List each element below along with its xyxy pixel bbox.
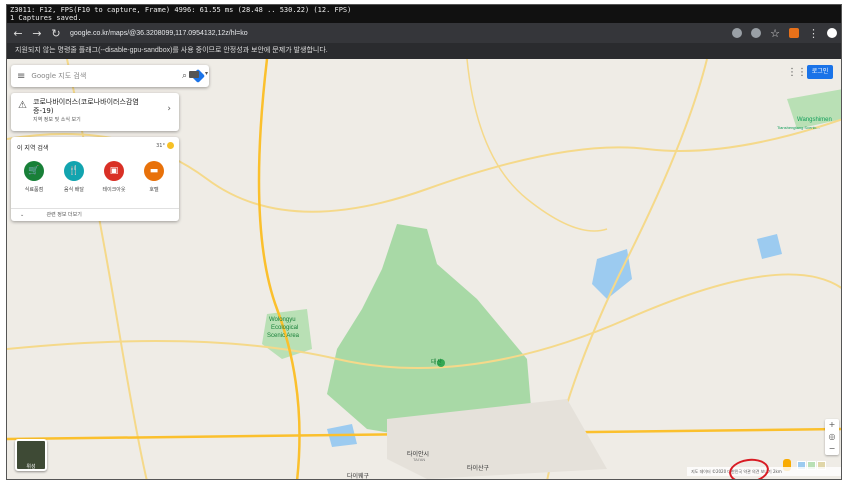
car-mode-icon[interactable] bbox=[189, 71, 199, 78]
category-label: 호텔 bbox=[149, 187, 159, 193]
chevron-down-icon[interactable]: ▾ bbox=[205, 70, 208, 77]
satellite-toggle[interactable]: 위성 bbox=[15, 439, 47, 471]
warning-icon: ⚠ bbox=[18, 100, 27, 111]
map-label-taian-en: TAI'AN bbox=[413, 457, 426, 462]
hamburger-menu-icon[interactable]: ≡ bbox=[17, 71, 25, 82]
map-canvas[interactable]: Wangshimen Tianshengtang Scenic... Wolon… bbox=[7, 59, 841, 480]
chevron-down-icon: ⌄ bbox=[20, 212, 25, 218]
category-grocery[interactable]: 🛒 식료품점 bbox=[17, 161, 51, 193]
covid-title: 코로나바이러스(코로나바이러스감염 bbox=[33, 98, 139, 106]
settings-icon[interactable] bbox=[751, 28, 761, 38]
sun-icon bbox=[167, 142, 174, 149]
captures-line: 1 Captures saved. bbox=[10, 14, 82, 22]
map-label-taishan: 태산 bbox=[431, 360, 443, 366]
location-icon[interactable] bbox=[732, 28, 742, 38]
covid-subtitle: 지역 정보 및 소식 보기 bbox=[33, 117, 81, 123]
warning-infobar: 지원되지 않는 명령줄 플래그(--disable-gpu-sandbox)를 … bbox=[7, 43, 841, 59]
reload-icon[interactable]: ↻ bbox=[51, 27, 61, 40]
forward-icon[interactable]: → bbox=[32, 27, 42, 40]
expressway-1 bbox=[257, 59, 301, 479]
category-label: 음식 배달 bbox=[64, 187, 84, 193]
explore-card: 이 지역 검색 31° 🛒 식료품점 🍴 음식 배달 ▣ 테이크아웃 ▬ 호텔 … bbox=[11, 137, 179, 221]
zoom-out-button[interactable]: − bbox=[825, 443, 839, 455]
map-label-wolongyu-2: Ecological bbox=[271, 325, 299, 331]
map-label-daiyue: 다이웨구 bbox=[347, 474, 370, 480]
map-label-taishan-district: 타이산구 bbox=[467, 466, 490, 472]
search-box[interactable]: ≡ Google 지도 검색 ⌕ bbox=[11, 65, 209, 87]
menu-icon[interactable]: ⋮ bbox=[808, 27, 819, 40]
reservoir-2 bbox=[757, 234, 782, 259]
covid-title-2: 증-19) bbox=[33, 107, 54, 115]
fps-line: Z3011: F12, FPS(F10 to capture, Frame) 4… bbox=[10, 6, 352, 14]
browser-toolbar: ← → ↻ google.co.kr/maps/@36.3208099,117.… bbox=[7, 23, 841, 43]
location-button[interactable]: ◎ bbox=[825, 431, 839, 443]
road-5 bbox=[466, 59, 608, 232]
back-icon[interactable]: ← bbox=[13, 27, 23, 40]
profile-icon[interactable] bbox=[827, 28, 837, 38]
more-info-button[interactable]: ⌄ 관련 정보 더보기 bbox=[11, 208, 179, 221]
login-button[interactable]: 로그인 bbox=[807, 65, 833, 79]
star-icon[interactable]: ☆ bbox=[770, 27, 780, 40]
category-hotel[interactable]: ▬ 호텔 bbox=[137, 161, 171, 193]
category-label: 테이크아웃 bbox=[102, 187, 126, 193]
takeout-icon: ▣ bbox=[104, 161, 124, 181]
extension-icon[interactable] bbox=[789, 28, 799, 38]
map-label-wangshimen-sub: Tianshengtang Scenic... bbox=[777, 125, 820, 130]
zoom-in-button[interactable]: + bbox=[825, 419, 839, 431]
satellite-label: 위성 bbox=[26, 464, 36, 470]
more-info-label: 관련 정보 더보기 bbox=[46, 212, 82, 218]
category-takeout[interactable]: ▣ 테이크아웃 bbox=[97, 161, 131, 193]
map-label-wolongyu-1: Wolongyu bbox=[269, 317, 296, 323]
covid-card[interactable]: ⚠ 코로나바이러스(코로나바이러스감염 증-19) 지역 정보 및 소식 보기 … bbox=[11, 93, 179, 131]
zoom-controls: + ◎ − bbox=[825, 419, 839, 455]
category-delivery[interactable]: 🍴 음식 배달 bbox=[57, 161, 91, 193]
hotel-icon: ▬ bbox=[144, 161, 164, 181]
cart-icon: 🛒 bbox=[24, 161, 44, 181]
fps-overlay: Z3011: F12, FPS(F10 to capture, Frame) 4… bbox=[7, 5, 841, 23]
map-label-wolongyu-3: Scenic Area bbox=[267, 333, 300, 339]
browser-window: — □ ✕ Z3011: F12, FPS(F10 to capture, Fr… bbox=[6, 4, 842, 480]
chevron-right-icon[interactable]: › bbox=[167, 105, 171, 114]
delivery-icon: 🍴 bbox=[64, 161, 84, 181]
search-input[interactable]: Google 지도 검색 bbox=[31, 71, 176, 81]
search-icon[interactable]: ⌕ bbox=[182, 71, 187, 81]
temperature: 31° bbox=[156, 143, 165, 149]
category-label: 식료품점 bbox=[24, 187, 44, 193]
explore-title: 이 지역 검색 bbox=[17, 145, 49, 152]
address-bar[interactable]: google.co.kr/maps/@36.3208099,117.095413… bbox=[70, 30, 723, 37]
map-label-wangshimen: Wangshimen bbox=[797, 117, 832, 123]
